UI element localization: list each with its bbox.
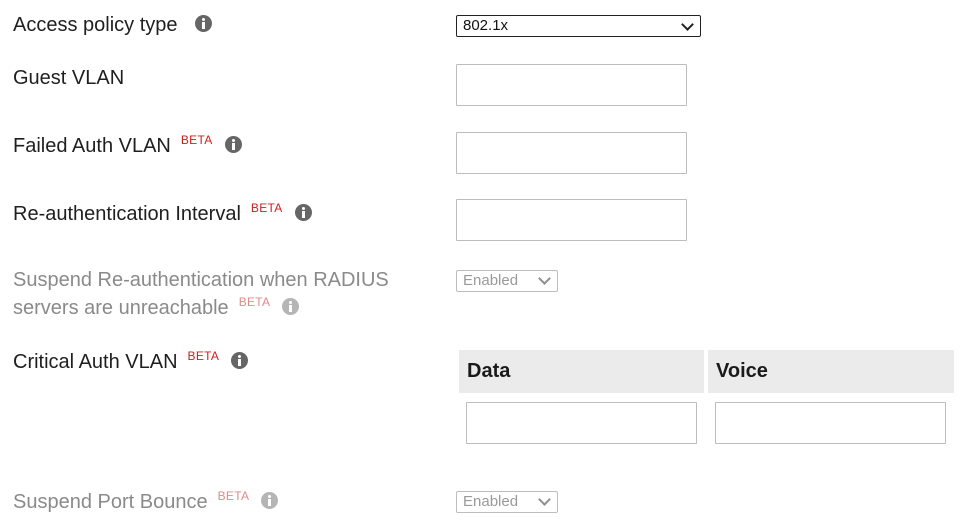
beta-badge: BETA [180,133,213,147]
beta-badge: BETA [217,489,250,503]
critical-auth-voice-input[interactable] [715,402,946,444]
access-policy-type-value: 802.1x [463,17,509,34]
access-policy-type-text: Access policy type [13,14,178,36]
info-icon[interactable] [231,352,249,370]
failed-auth-vlan-input[interactable] [456,132,687,174]
chevron-down-icon [681,18,694,31]
reauth-interval-text: Re-authentication Interval [13,203,241,225]
beta-badge: BETA [250,201,283,215]
access-policy-type-select[interactable]: 802.1x [456,15,701,37]
critical-auth-vlan-label: Critical Auth VLAN BETA [13,348,249,376]
suspend-reauth-select: Enabled [456,270,558,292]
chevron-down-icon [538,493,551,506]
suspend-reauth-value: Enabled [463,272,519,289]
reauth-interval-label: Re-authentication Interval BETA [13,200,312,228]
suspend-reauth-text-line2: servers are unreachable [13,297,229,319]
info-icon[interactable] [294,204,312,222]
critical-auth-vlan-text: Critical Auth VLAN [13,351,178,373]
info-icon[interactable] [224,136,242,154]
suspend-reauth-text-line1: Suspend Re-authentication when RADIUS [13,269,389,291]
chevron-down-icon [538,272,551,285]
guest-vlan-text: Guest VLAN [13,67,125,89]
failed-auth-vlan-text: Failed Auth VLAN [13,135,171,157]
beta-badge: BETA [187,349,220,363]
suspend-port-bounce-label: Suspend Port Bounce BETA [13,488,279,516]
reauth-interval-input[interactable] [456,199,687,241]
beta-badge: BETA [238,295,271,309]
guest-vlan-label: Guest VLAN [13,64,124,92]
info-icon [261,492,279,510]
column-header-voice: Voice [708,350,954,393]
failed-auth-vlan-label: Failed Auth VLAN BETA [13,132,242,160]
info-icon[interactable] [195,15,213,33]
suspend-port-bounce-select: Enabled [456,491,558,513]
suspend-port-bounce-text: Suspend Port Bounce [13,491,208,513]
column-header-data: Data [459,350,704,393]
access-policy-type-label: Access policy type [13,11,213,39]
guest-vlan-input[interactable] [456,64,687,106]
info-icon [282,298,300,316]
suspend-reauth-label: Suspend Re-authentication when RADIUS se… [13,266,389,322]
critical-auth-data-input[interactable] [466,402,697,444]
suspend-port-bounce-value: Enabled [463,493,519,510]
